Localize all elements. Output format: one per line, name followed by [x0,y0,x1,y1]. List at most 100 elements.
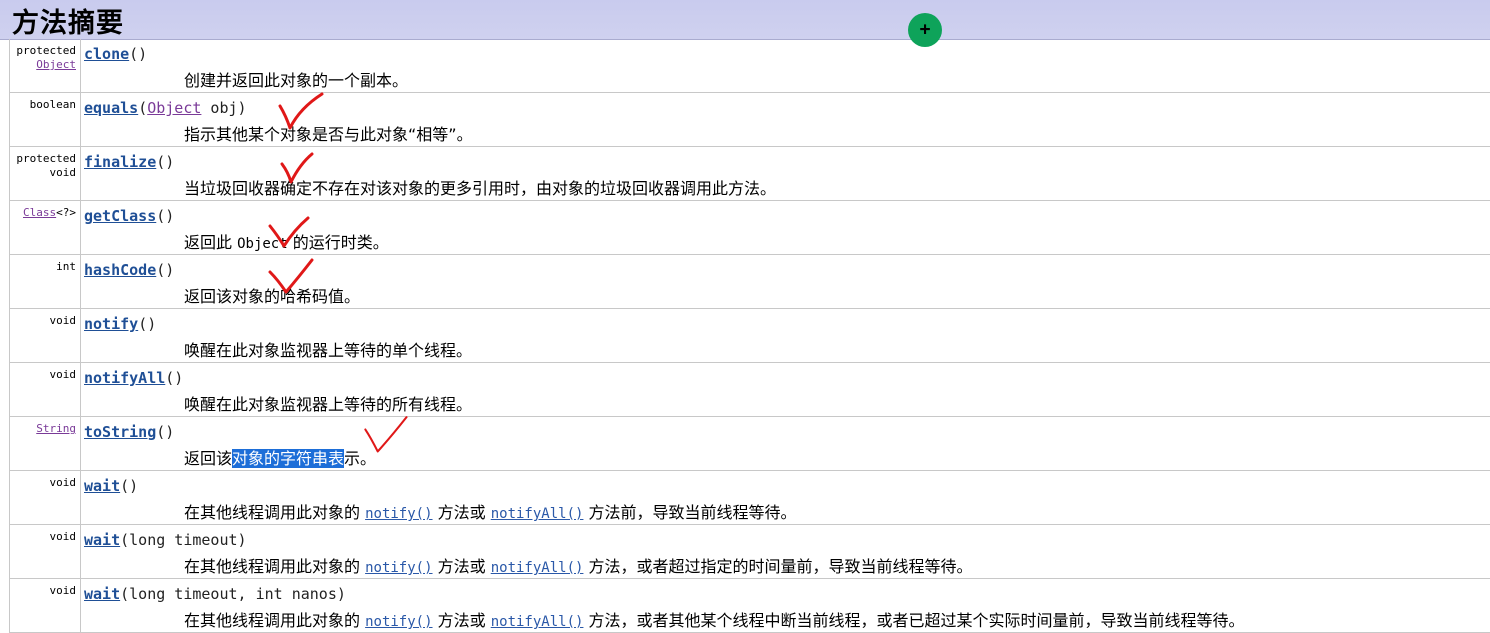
method-signature: notify() [84,315,156,333]
return-type: void [49,368,77,381]
return-type-cell: void [9,579,81,632]
method-description: 创建并返回此对象的一个副本。 [184,71,409,90]
method-link-hashcode[interactable]: hashCode [84,261,156,279]
method-description: 在其他线程调用此对象的 notify() 方法或 notifyAll() 方法前… [184,499,797,523]
method-link-notifyall[interactable]: notifyAll [84,369,165,387]
return-type-cell: void [9,309,81,362]
return-type-cell: String [9,417,81,470]
return-type-cell: boolean [9,93,81,146]
desc-text: 方法或 [432,611,491,630]
red-checkmark-icon [364,416,408,453]
method-description: 唤醒在此对象监视器上等待的单个线程。 [184,341,473,360]
desc-text: 方法，或者超过指定的时间量前，导致当前线程等待。 [583,557,973,576]
desc-text: 返回此 [184,233,238,252]
method-params: () [165,369,184,387]
table-row: protected Object clone() 创建并返回此对象的一个副本。 [9,39,1490,93]
method-params: () [138,315,157,333]
method-params: obj) [201,99,247,117]
method-signature: toString() [84,423,174,441]
text-selection[interactable]: 对象的字符串表 [232,449,345,468]
method-link-equals[interactable]: equals [84,99,138,117]
return-type-cell: protected Object [9,39,81,92]
return-type: void [49,166,77,179]
method-params: (long timeout) [120,531,247,549]
notifyall-link[interactable]: notifyAll() [491,506,584,522]
desc-text: 在其他线程调用此对象的 [184,557,366,576]
return-type-link[interactable]: String [36,422,76,436]
method-description[interactable]: 返回该对象的字符串表示。 [184,445,376,469]
section-title: 方法摘要 [12,8,124,39]
method-link-clone[interactable]: clone [84,45,129,63]
table-row: void wait(long timeout, int nanos) 在其他线程… [9,579,1490,633]
return-type-cell: void [9,525,81,578]
return-type-cell: void [9,471,81,524]
return-type-cell: Class<?> [9,201,81,254]
method-description: 在其他线程调用此对象的 notify() 方法或 notifyAll() 方法，… [184,607,1245,631]
method-params: () [156,261,175,279]
return-type-link[interactable]: Class [23,206,56,219]
type-modifier: protected [16,152,76,165]
type-generic: <?> [56,206,76,219]
return-type: void [49,584,77,597]
desc-text: 方法或 [432,557,491,576]
method-signature: wait(long timeout) [84,531,247,549]
method-link-wait-timeout-nanos[interactable]: wait [84,585,120,603]
table-row: void wait(long timeout) 在其他线程调用此对象的 noti… [9,525,1490,579]
method-signature: hashCode() [84,261,174,279]
table-row: int hashCode() 返回该对象的哈希码值。 [9,255,1490,309]
table-row: void notifyAll() 唤醒在此对象监视器上等待的所有线程。 [9,363,1490,417]
desc-text: 方法，或者其他某个线程中断当前线程，或者已超过某个实际时间量前，导致当前线程等待… [583,611,1245,630]
table-row: String toString() 返回该对象的字符串表示。 [9,417,1490,471]
method-signature: getClass() [84,207,174,225]
param-type-link[interactable]: Object [147,99,201,117]
method-link-getclass[interactable]: getClass [84,207,156,225]
method-description: 在其他线程调用此对象的 notify() 方法或 notifyAll() 方法，… [184,553,973,577]
method-signature: notifyAll() [84,369,183,387]
table-row: void wait() 在其他线程调用此对象的 notify() 方法或 not… [9,471,1490,525]
return-type: int [56,260,76,273]
return-type: void [49,314,77,327]
method-description: 当垃圾回收器确定不存在对该对象的更多引用时，由对象的垃圾回收器调用此方法。 [184,179,777,198]
method-link-notify[interactable]: notify [84,315,138,333]
method-params: () [156,423,175,441]
return-type: boolean [29,98,76,111]
table-row: boolean equals(Object obj) 指示其他某个对象是否与此对… [9,93,1490,147]
return-type-cell: protected void [9,147,81,200]
notifyall-link[interactable]: notifyAll() [491,560,584,576]
method-params: () [156,153,175,171]
method-params: ( [138,99,148,117]
method-signature: wait(long timeout, int nanos) [84,585,346,603]
method-link-wait-timeout[interactable]: wait [84,531,120,549]
notify-link[interactable]: notify() [365,506,432,522]
method-params: () [120,477,139,495]
method-link-finalize[interactable]: finalize [84,153,156,171]
table-row: Class<?> getClass() 返回此 Object 的运行时类。 [9,201,1490,255]
notifyall-link[interactable]: notifyAll() [491,614,584,630]
red-checkmark-icon [278,92,324,130]
notify-link[interactable]: notify() [365,614,432,630]
method-signature: clone() [84,45,147,63]
red-checkmark-icon [268,216,310,248]
method-signature: wait() [84,477,138,495]
desc-text: 在其他线程调用此对象的 [184,503,366,522]
desc-text: 返回该 [184,449,233,468]
return-type-cell: int [9,255,81,308]
red-checkmark-icon [280,152,314,184]
method-description: 唤醒在此对象监视器上等待的所有线程。 [184,395,473,414]
method-signature: finalize() [84,153,174,171]
return-type-cell: void [9,363,81,416]
table-row: protected void finalize() 当垃圾回收器确定不存在对该对… [9,147,1490,201]
desc-text: 方法或 [432,503,491,522]
method-signature: equals(Object obj) [84,99,247,117]
method-link-wait[interactable]: wait [84,477,120,495]
method-description: 指示其他某个对象是否与此对象“相等”。 [184,125,473,144]
method-params: () [156,207,175,225]
table-row: void notify() 唤醒在此对象监视器上等待的单个线程。 [9,309,1490,363]
return-type-link[interactable]: Object [16,58,76,72]
type-modifier: protected [16,44,76,57]
red-checkmark-icon [268,258,314,294]
desc-text: 在其他线程调用此对象的 [184,611,366,630]
method-link-tostring[interactable]: toString [84,423,156,441]
notify-link[interactable]: notify() [365,560,432,576]
desc-text: 方法前，导致当前线程等待。 [583,503,797,522]
